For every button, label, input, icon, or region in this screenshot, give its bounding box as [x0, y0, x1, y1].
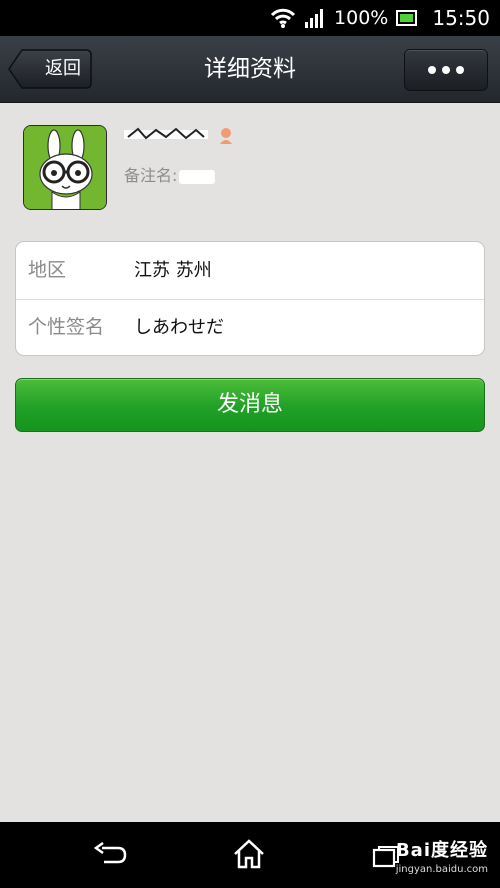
more-dots-icon: [428, 66, 436, 74]
nickname: [124, 127, 234, 144]
more-dots-icon: [456, 66, 464, 74]
signature-value: しあわせだ: [134, 317, 224, 338]
nav-home-icon[interactable]: [232, 838, 266, 874]
info-row-region: 地区 江苏 苏州: [16, 242, 484, 300]
battery-icon: [396, 9, 418, 27]
watermark-sub: jingyan.baidu.com: [395, 864, 488, 875]
signal-icon: [304, 7, 326, 29]
rabbit-avatar-icon: [24, 126, 106, 209]
page-title: 详细资料: [204, 56, 296, 82]
info-row-signature: 个性签名 しあわせだ: [16, 299, 484, 356]
back-button-label: 返回: [45, 58, 81, 79]
send-message-button[interactable]: 发消息: [15, 378, 485, 432]
status-bar: 100% 15:50: [0, 0, 500, 36]
wifi-icon: [270, 7, 296, 29]
more-button[interactable]: [404, 49, 488, 91]
info-card: 地区 江苏 苏州 个性签名 しあわせだ: [15, 241, 485, 356]
nickname-redaction: [124, 127, 208, 140]
watermark-main: Bai度经验: [395, 840, 488, 861]
remark-redaction: [179, 169, 216, 184]
gender-female-icon: [220, 128, 232, 144]
remark-label: 备注名:: [124, 166, 178, 185]
clock: 15:50: [432, 6, 490, 30]
avatar[interactable]: [23, 125, 107, 210]
watermark: Bai度经验 jingyan.baidu.com: [396, 836, 488, 875]
remark-name: 备注名:: [124, 162, 216, 186]
back-button[interactable]: 返回: [8, 49, 92, 89]
more-dots-icon: [442, 66, 450, 74]
signature-label: 个性签名: [28, 316, 105, 338]
status-icons: 100% 15:50: [270, 0, 490, 36]
nav-back-icon[interactable]: [92, 841, 128, 872]
battery-percent: 100%: [334, 7, 389, 29]
system-nav-bar: Bai度经验 jingyan.baidu.com: [0, 822, 500, 888]
region-label: 地区: [28, 259, 67, 281]
app-header: 返回 详细资料: [0, 36, 500, 103]
region-value: 江苏 苏州: [134, 260, 212, 281]
